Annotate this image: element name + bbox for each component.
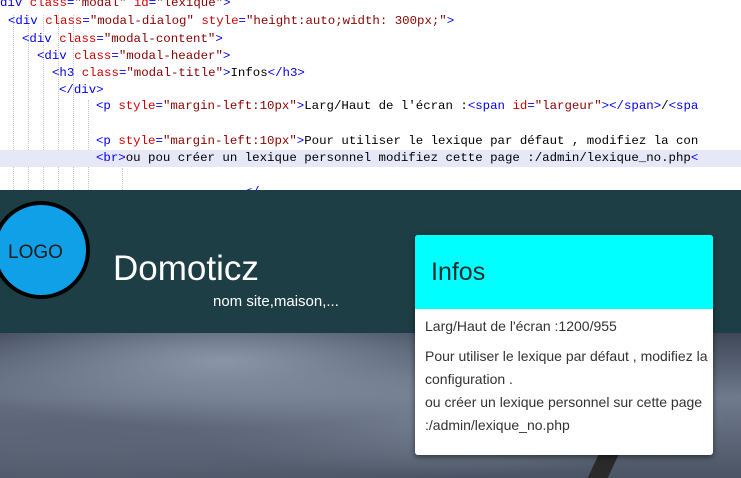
logo-text: LOGO: [8, 242, 63, 263]
code-token: Infos: [230, 66, 268, 80]
code-line-text: <div class="modal-content">: [22, 31, 223, 48]
code-token: >: [222, 49, 231, 63]
code-editor[interactable]: div class="modal" id="lexique"> <div clas…: [0, 0, 741, 190]
code-token: style: [118, 99, 156, 113]
code-token: "modal-header": [118, 49, 223, 63]
code-token: =: [238, 14, 246, 28]
logo[interactable]: LOGO: [0, 201, 90, 299]
code-token: </div>: [59, 83, 104, 97]
code-token: =: [527, 99, 535, 113]
code-token: "margin-left:10px": [162, 134, 297, 148]
info-modal: Infos Larg/Haut de l'écran :1200/955 Pou…: [415, 235, 713, 455]
code-token: class: [29, 0, 67, 10]
code-line-text: <p style="margin-left:10px">Larg/Haut de…: [96, 98, 698, 115]
site-title: Domoticz: [113, 249, 259, 288]
code-token: ></span>: [601, 99, 662, 113]
code-line-text: </div>: [59, 82, 104, 99]
indent-guide: [88, 100, 89, 190]
lexicon-default-text: Pour utiliser le lexique par défaut , mo…: [425, 348, 708, 387]
code-line-text: div class="modal" id="lexique">: [0, 0, 231, 12]
code-token: id: [512, 99, 528, 113]
lexicon-custom-text: ou créer un lexique personnel sur cette …: [425, 394, 703, 433]
code-token: style: [201, 14, 239, 28]
modal-body: Larg/Haut de l'écran :1200/955 Pour util…: [425, 315, 713, 437]
code-token: style: [118, 134, 156, 148]
modal-header: Infos: [415, 235, 713, 309]
code-token: >: [215, 32, 223, 46]
code-line[interactable]: <br>ou pou créer un lexique personnel mo…: [0, 150, 741, 167]
code-token: =: [96, 32, 104, 46]
screen-size-label: Larg/Haut de l'écran :: [425, 318, 559, 334]
code-line-text: <h3 class="modal-title">Infos</h3>: [52, 65, 305, 82]
code-token: "largeur": [534, 99, 602, 113]
code-token: Larg/Haut de l'écran :: [304, 99, 468, 113]
lexicon-text: Pour utiliser le lexique par défaut , mo…: [425, 345, 713, 437]
code-token: <p: [96, 134, 119, 148]
modal-title: Infos: [431, 258, 486, 286]
code-token: class: [59, 32, 97, 46]
code-token: <br>: [96, 151, 126, 165]
code-line-text: <p style="margin-left:10px">Pour utilise…: [96, 133, 698, 150]
code-token: div: [0, 0, 30, 10]
code-token: =: [82, 14, 90, 28]
code-token: =: [155, 134, 163, 148]
code-token: <div: [22, 32, 60, 46]
code-token: "modal-content": [103, 32, 216, 46]
code-token: <p: [96, 99, 119, 113]
code-token: "modal-title": [126, 66, 224, 80]
code-token: <: [690, 151, 699, 165]
code-token: "modal-dialog": [89, 14, 194, 28]
code-line-text: <div class="modal-dialog" style="height:…: [8, 13, 454, 30]
screen-size-line: Larg/Haut de l'écran :1200/955: [425, 315, 713, 338]
code-token: <spa: [668, 99, 699, 113]
code-line-text: <br>ou pou créer un lexique personnel mo…: [96, 150, 698, 167]
code-token: <span: [467, 99, 513, 113]
code-token: "lexique": [156, 0, 224, 10]
code-token: class: [45, 14, 83, 28]
code-token: =: [155, 99, 163, 113]
code-token: =: [111, 49, 119, 63]
code-token: </h3>: [267, 66, 305, 80]
code-token: "modal": [74, 0, 127, 10]
code-token: id: [133, 0, 149, 10]
site-tagline: nom site,maison,...: [213, 293, 339, 310]
code-token: "margin-left:10px": [162, 99, 297, 113]
screen-size-value: 1200/955: [558, 318, 617, 334]
code-token: Pour utiliser le lexique par défaut , mo…: [304, 134, 699, 148]
code-token: <div: [37, 49, 75, 63]
code-token: "height:auto;width: 300px;": [245, 14, 447, 28]
code-token: ou pou créer un lexique personnel modifi…: [125, 151, 691, 165]
code-token: /: [661, 99, 669, 113]
code-line-text: <div class="modal-header">: [37, 48, 230, 65]
code-token: >: [446, 14, 455, 28]
code-token: <div: [8, 14, 46, 28]
code-token: <h3: [52, 66, 82, 80]
code-token: class: [81, 66, 119, 80]
code-token: class: [74, 49, 112, 63]
photo-object: [580, 453, 620, 478]
code-token: >: [223, 0, 231, 10]
